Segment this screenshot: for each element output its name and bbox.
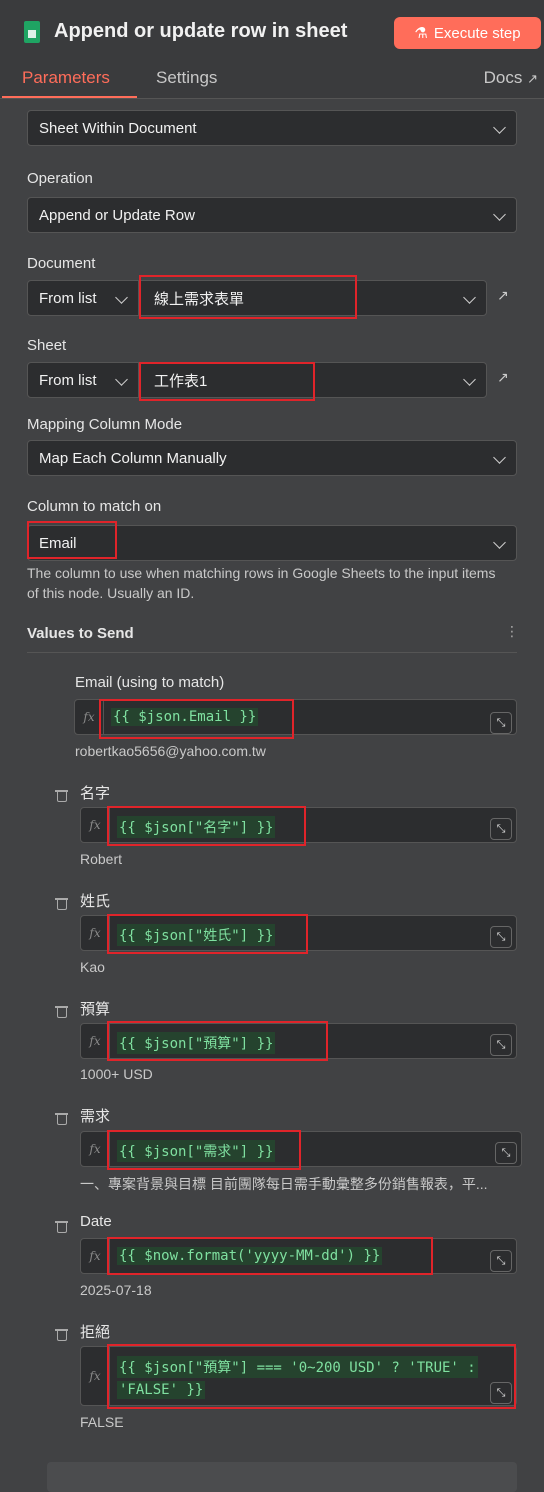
document-select-value: 線上需求表單 — [154, 290, 245, 308]
chevron-down-icon — [463, 373, 476, 386]
expression-input-requirement[interactable]: fx {{ $json["需求"] }} — [80, 1131, 522, 1167]
docs-label: Docs — [483, 68, 523, 87]
value-label-reject: 拒絕 — [80, 1324, 111, 1341]
more-options-icon[interactable]: ⋮ — [505, 623, 519, 640]
value-label-date: Date — [80, 1213, 112, 1230]
expression-code-line1: {{ $json["預算"] === '0~200 USD' ? 'TRUE' … — [117, 1356, 478, 1378]
fx-icon: fx — [81, 1132, 110, 1166]
chevron-down-icon — [493, 451, 506, 464]
expression-input-first-name[interactable]: fx {{ $json["名字"] }} — [80, 807, 517, 843]
column-match-select[interactable]: Email — [27, 525, 517, 561]
trash-icon[interactable] — [55, 1220, 68, 1233]
fx-icon: fx — [81, 1347, 110, 1405]
value-result-first-name: Robert — [80, 851, 123, 867]
trash-icon[interactable] — [55, 897, 68, 910]
value-result-email: robertkao5656@yahoo.com.tw — [75, 743, 266, 759]
execute-step-label: Execute step — [433, 24, 521, 42]
google-sheets-icon — [24, 21, 40, 43]
fx-icon: fx — [81, 1239, 110, 1273]
tab-settings[interactable]: Settings — [156, 68, 217, 88]
expression-code: {{ $json["名字"] }} — [117, 816, 276, 838]
operation-select[interactable]: Append or Update Row — [27, 197, 517, 233]
document-label: Document — [27, 255, 96, 272]
expression-code: {{ $json.Email }} — [111, 708, 259, 726]
mapping-mode-label: Mapping Column Mode — [27, 416, 183, 433]
value-label-last-name: 姓氏 — [80, 893, 111, 910]
expression-input-email[interactable]: fx {{ $json.Email }} — [74, 699, 517, 735]
value-result-date: 2025-07-18 — [80, 1282, 152, 1298]
active-tab-indicator — [2, 96, 137, 98]
expand-editor-icon[interactable]: ⤡ — [490, 926, 512, 948]
external-link-icon: ↗ — [527, 71, 538, 86]
chevron-down-icon — [463, 291, 476, 304]
value-result-last-name: Kao — [80, 959, 105, 975]
expand-editor-icon[interactable]: ⤡ — [490, 1034, 512, 1056]
add-field-button[interactable] — [47, 1462, 517, 1492]
fx-icon: fx — [81, 808, 110, 842]
value-label-budget: 預算 — [80, 1001, 111, 1018]
operation-label: Operation — [27, 170, 93, 187]
expand-editor-icon[interactable]: ⤡ — [490, 1250, 512, 1272]
value-label-requirement: 需求 — [80, 1108, 111, 1125]
value-result-requirement: 一、專案背景與目標 目前團隊每日需手動彙整多份銷售報表，平... — [80, 1176, 488, 1192]
sheet-mode-select[interactable]: From list — [27, 362, 139, 398]
value-result-reject: FALSE — [80, 1414, 124, 1430]
expression-input-budget[interactable]: fx {{ $json["預算"] }} — [80, 1023, 517, 1059]
expand-editor-icon[interactable]: ⤡ — [490, 1382, 512, 1404]
fx-icon: fx — [81, 916, 110, 950]
column-match-value: Email — [39, 534, 77, 552]
operation-select-value: Append or Update Row — [39, 206, 195, 224]
node-header: Append or update row in sheet ⚗ Execute … — [0, 0, 544, 66]
document-mode-select[interactable]: From list — [27, 280, 139, 316]
trash-icon[interactable] — [55, 1328, 68, 1341]
trash-icon[interactable] — [55, 789, 68, 802]
expression-code: {{ $now.format('yyyy-MM-dd') }} — [117, 1247, 383, 1265]
sheet-mode-value: From list — [39, 371, 97, 389]
expand-editor-icon[interactable]: ⤡ — [490, 712, 512, 734]
docs-link[interactable]: Docs ↗ — [484, 68, 538, 88]
open-document-icon[interactable]: ↗ — [497, 287, 511, 303]
flask-icon: ⚗ — [414, 25, 428, 42]
expand-editor-icon[interactable]: ⤡ — [490, 818, 512, 840]
expression-input-last-name[interactable]: fx {{ $json["姓氏"] }} — [80, 915, 517, 951]
value-result-budget: 1000+ USD — [80, 1066, 153, 1082]
chevron-down-icon — [493, 121, 506, 134]
chevron-down-icon — [115, 373, 128, 386]
expression-input-date[interactable]: fx {{ $now.format('yyyy-MM-dd') }} — [80, 1238, 517, 1274]
trash-icon[interactable] — [55, 1005, 68, 1018]
open-sheet-icon[interactable]: ↗ — [497, 369, 511, 385]
mapping-mode-select[interactable]: Map Each Column Manually — [27, 440, 517, 476]
execute-step-button[interactable]: ⚗ Execute step — [394, 17, 541, 49]
fx-icon: fx — [75, 700, 104, 734]
trash-icon[interactable] — [55, 1112, 68, 1125]
resource-select[interactable]: Sheet Within Document — [27, 110, 517, 146]
sheet-select[interactable]: 工作表1 — [139, 362, 487, 398]
sheet-label: Sheet — [27, 337, 67, 354]
column-match-label: Column to match on — [27, 498, 162, 515]
expand-editor-icon[interactable]: ⤡ — [495, 1142, 517, 1164]
expression-code: {{ $json["預算"] }} — [117, 1032, 276, 1054]
resource-select-value: Sheet Within Document — [39, 119, 197, 137]
sheet-select-value: 工作表1 — [154, 372, 208, 390]
values-to-send-title: Values to Send — [27, 625, 134, 642]
value-label-first-name: 名字 — [80, 785, 111, 802]
expression-input-reject[interactable]: fx {{ $json["預算"] === '0~200 USD' ? 'TRU… — [80, 1346, 517, 1406]
column-match-hint: The column to use when matching rows in … — [27, 565, 496, 601]
expression-code: {{ $json["姓氏"] }} — [117, 924, 276, 946]
mapping-mode-value: Map Each Column Manually — [39, 449, 227, 467]
chevron-down-icon — [493, 208, 506, 221]
node-title[interactable]: Append or update row in sheet — [54, 20, 347, 43]
document-select[interactable]: 線上需求表單 — [139, 280, 487, 316]
expression-code-line2: 'FALSE' }} — [117, 1381, 206, 1399]
tab-bar: Parameters Settings — [0, 62, 544, 99]
chevron-down-icon — [115, 291, 128, 304]
value-label-email: Email (using to match) — [75, 674, 225, 691]
tab-parameters[interactable]: Parameters — [22, 68, 110, 88]
section-divider — [27, 652, 517, 653]
fx-icon: fx — [81, 1024, 110, 1058]
chevron-down-icon — [493, 536, 506, 549]
document-mode-value: From list — [39, 289, 97, 307]
expression-code: {{ $json["需求"] }} — [117, 1140, 276, 1162]
